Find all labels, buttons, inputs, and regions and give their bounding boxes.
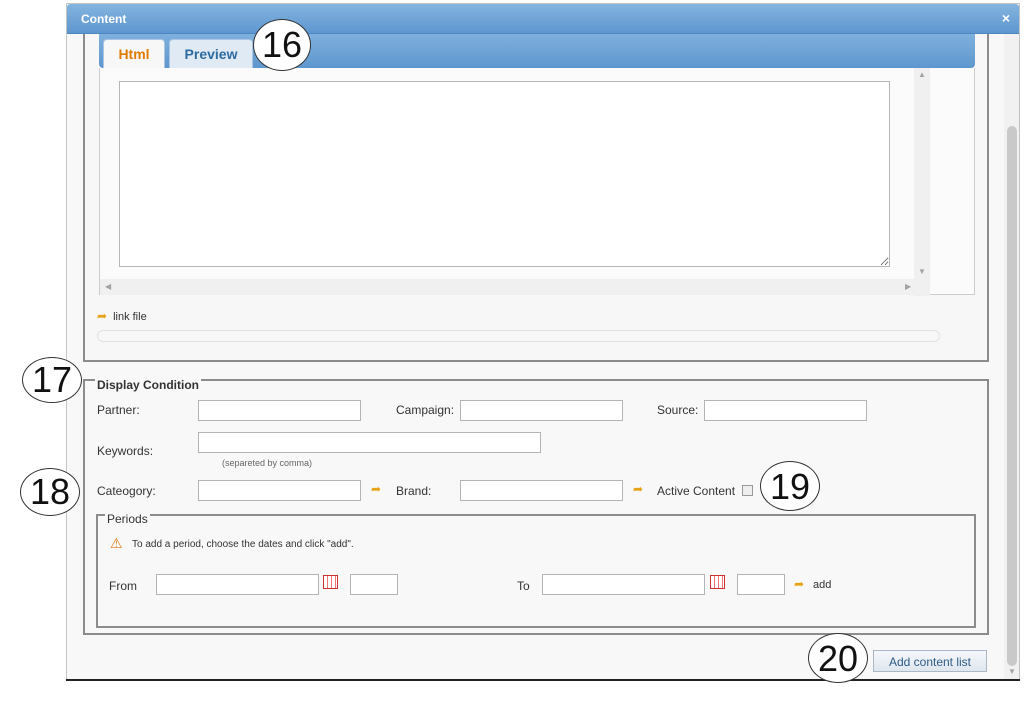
keywords-input[interactable] (198, 432, 541, 453)
periods-warning: To add a period, choose the dates and cl… (132, 539, 354, 550)
active-content-label: Active Content (657, 484, 736, 498)
add-content-list-button[interactable]: Add content list (873, 650, 987, 672)
scroll-up-icon[interactable]: ▲ (918, 70, 926, 79)
brand-input[interactable] (460, 480, 623, 501)
partner-input[interactable] (198, 400, 361, 421)
tab-html[interactable]: Html (103, 39, 165, 68)
from-date-input[interactable] (156, 574, 319, 595)
brand-label: Brand: (396, 484, 432, 498)
source-input[interactable] (704, 400, 867, 421)
callout-16: 16 (253, 19, 311, 71)
campaign-label: Campaign: (396, 403, 455, 417)
campaign-input[interactable] (460, 400, 623, 421)
link-file-link[interactable]: ➦ link file (97, 309, 147, 323)
dialog-titlebar[interactable]: Content × (67, 4, 1019, 34)
content-panel: Html Preview ▲ ▼ ◀ ▶ (83, 34, 989, 362)
keywords-label: Keywords: (97, 444, 154, 458)
callout-17: 17 (22, 357, 82, 403)
callout-20: 20 (808, 633, 868, 683)
editor-horizontal-scrollbar[interactable]: ◀ ▶ (100, 279, 930, 295)
category-add-icon[interactable]: ➦ (371, 482, 381, 496)
periods-legend: Periods (105, 512, 150, 526)
periods-title: Periods (107, 512, 148, 526)
brand-add-icon[interactable]: ➦ (633, 482, 643, 496)
category-label: Cateogory: (97, 484, 156, 498)
period-add-icon[interactable]: ➦ (794, 577, 804, 591)
dialog-scroll-thumb[interactable] (1007, 126, 1017, 666)
link-add-icon: ➦ (97, 309, 108, 323)
dialog-scroll-down-icon[interactable]: ▼ (1008, 667, 1016, 676)
link-file-label: link file (113, 311, 147, 323)
from-time-input[interactable] (350, 574, 398, 595)
warning-icon: ⚠ (110, 535, 123, 551)
scroll-right-icon[interactable]: ▶ (905, 282, 911, 291)
partner-label: Partner: (97, 403, 140, 417)
close-icon[interactable]: × (1002, 10, 1010, 26)
to-calendar-icon[interactable] (710, 575, 725, 589)
callout-18: 18 (20, 468, 80, 516)
from-label: From (109, 579, 137, 593)
html-editor-textarea[interactable] (119, 81, 890, 267)
display-condition-title: Display Condition (97, 378, 199, 392)
to-label: To (517, 579, 530, 593)
editor-area: ▲ ▼ ◀ ▶ (99, 68, 975, 296)
display-condition-legend: Display Condition (95, 378, 201, 392)
tab-preview[interactable]: Preview (169, 39, 253, 68)
to-date-input[interactable] (542, 574, 705, 595)
source-label: Source: (657, 403, 699, 417)
editor-vertical-scrollbar[interactable]: ▲ ▼ (914, 68, 930, 296)
scroll-left-icon[interactable]: ◀ (105, 282, 111, 291)
content-dialog: Content × Html Preview ▲ ▼ ◀ ▶ ➦ link fil… (66, 3, 1020, 680)
to-time-input[interactable] (737, 574, 785, 595)
callout-19: 19 (760, 461, 820, 511)
dialog-vertical-scrollbar[interactable]: ▼ (1004, 34, 1019, 679)
scroll-down-icon[interactable]: ▼ (918, 267, 926, 276)
bottom-divider (66, 679, 1020, 681)
keywords-hint: (separeted by comma) (222, 458, 313, 468)
link-file-progress (97, 330, 940, 342)
category-input[interactable] (198, 480, 361, 501)
dialog-title: Content (81, 12, 127, 26)
from-calendar-icon[interactable] (323, 575, 338, 589)
period-add-link[interactable]: add (813, 579, 831, 591)
editor-tabbar: Html Preview (99, 34, 975, 68)
periods-fieldset (96, 514, 976, 628)
active-content-checkbox[interactable] (742, 485, 753, 496)
